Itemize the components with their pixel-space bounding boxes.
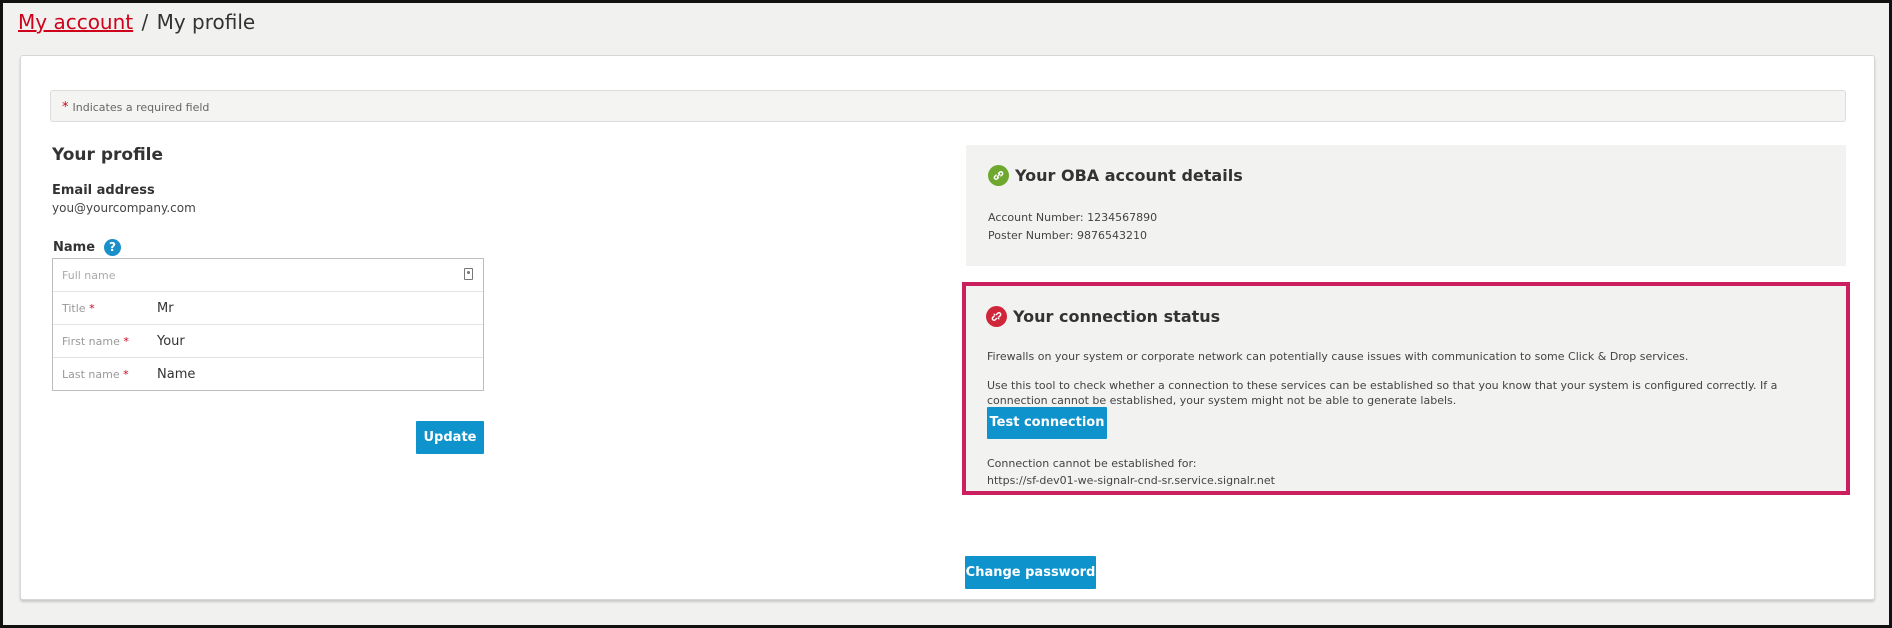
required-note-text: Indicates a required field bbox=[72, 101, 210, 114]
required-field-note: * Indicates a required field bbox=[50, 90, 1846, 122]
contact-card-icon[interactable] bbox=[464, 268, 473, 280]
connection-help-text: Use this tool to check whether a connect… bbox=[987, 379, 1778, 407]
connection-title: Your connection status bbox=[1013, 307, 1221, 326]
first-name-field[interactable]: First name * Your bbox=[53, 325, 483, 358]
poster-number: Poster Number: 9876543210 bbox=[988, 229, 1147, 242]
account-number: Account Number: 1234567890 bbox=[988, 211, 1158, 224]
full-name-field[interactable]: Full name bbox=[53, 259, 483, 292]
test-connection-button[interactable]: Test connection bbox=[987, 407, 1107, 439]
name-label-row: Name ? bbox=[53, 239, 122, 256]
help-icon[interactable]: ? bbox=[104, 239, 122, 256]
connection-title-row: Your connection status bbox=[986, 306, 1220, 327]
last-name-label: Last name * bbox=[62, 368, 129, 381]
title-label: Title * bbox=[62, 302, 95, 315]
name-label: Name bbox=[53, 240, 96, 255]
last-name-value[interactable]: Name bbox=[157, 367, 195, 382]
update-button[interactable]: Update bbox=[416, 421, 484, 454]
connection-status-panel: Your connection status Firewalls on your… bbox=[962, 282, 1850, 495]
breadcrumb: My account / My profile bbox=[18, 10, 255, 34]
email-label: Email address bbox=[52, 183, 155, 198]
profile-card: * Indicates a required field Your profile… bbox=[20, 55, 1875, 600]
required-star: * bbox=[62, 100, 69, 115]
link-icon bbox=[988, 165, 1009, 186]
title-value[interactable]: Mr bbox=[157, 301, 174, 316]
your-profile-heading: Your profile bbox=[52, 145, 164, 165]
last-name-field[interactable]: Last name * Name bbox=[53, 358, 483, 391]
breadcrumb-my-account-link[interactable]: My account bbox=[18, 10, 133, 34]
name-fieldset: Full name Title * Mr First name * Your L… bbox=[52, 258, 484, 391]
email-value: you@yourcompany.com bbox=[52, 201, 196, 215]
oba-title-row: Your OBA account details bbox=[988, 165, 1243, 186]
breadcrumb-current: My profile bbox=[156, 10, 256, 34]
title-field[interactable]: Title * Mr bbox=[53, 292, 483, 325]
full-name-placeholder: Full name bbox=[62, 269, 116, 282]
first-name-value[interactable]: Your bbox=[157, 334, 185, 349]
first-name-label: First name * bbox=[62, 335, 129, 348]
connection-intro-text: Firewalls on your system or corporate ne… bbox=[987, 350, 1689, 363]
connection-fail-label: Connection cannot be established for: bbox=[987, 457, 1197, 470]
oba-account-panel: Your OBA account details Account Number:… bbox=[966, 145, 1846, 266]
broken-link-icon bbox=[986, 306, 1007, 327]
connection-fail-url: https://sf-dev01-we-signalr-cnd-sr.servi… bbox=[987, 474, 1275, 487]
change-password-button[interactable]: Change password bbox=[965, 556, 1096, 589]
breadcrumb-separator: / bbox=[141, 10, 149, 34]
oba-title: Your OBA account details bbox=[1015, 166, 1243, 185]
